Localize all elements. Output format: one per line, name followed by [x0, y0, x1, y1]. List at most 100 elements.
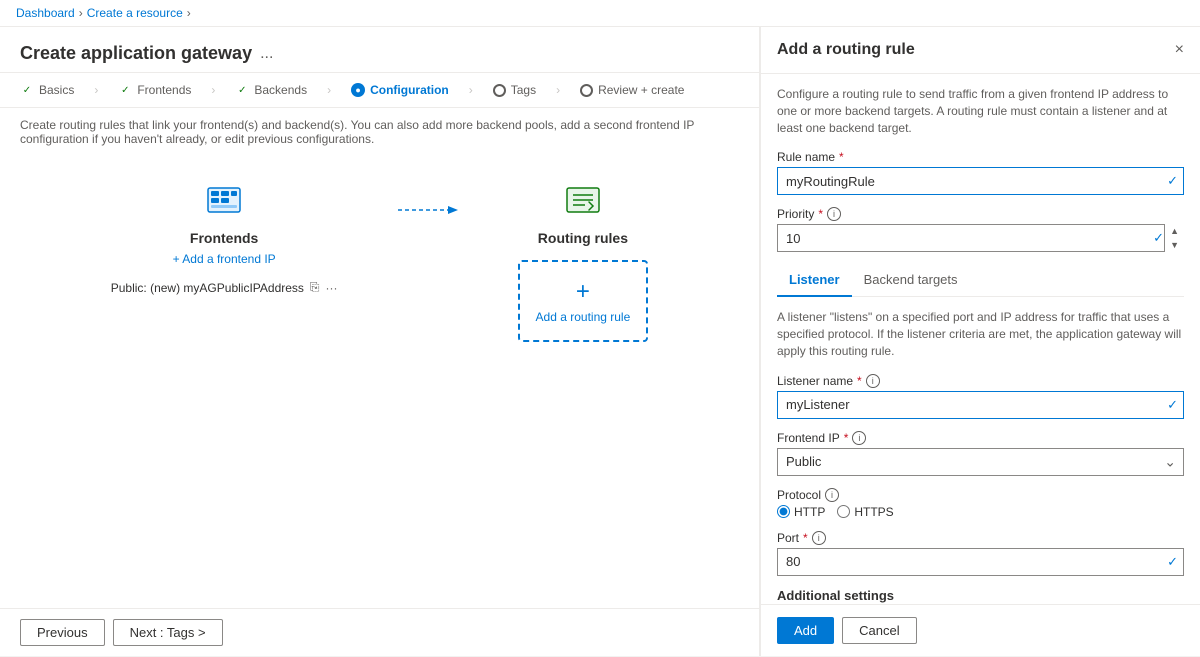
priority-label: Priority * i [777, 207, 1184, 221]
step-review-label: Review + create [598, 83, 684, 97]
breadcrumb: Dashboard › Create a resource › [0, 0, 1200, 27]
listener-name-input[interactable] [777, 391, 1184, 419]
page-title-dots[interactable]: ... [260, 45, 273, 63]
protocol-radio-group: HTTP HTTPS [777, 505, 1184, 519]
canvas: Frontends + Add a frontend IP Public: (n… [0, 156, 759, 608]
priority-up-button[interactable]: ▲ [1165, 224, 1184, 238]
step-backends[interactable]: ✓ Backends [235, 83, 307, 97]
step-tags[interactable]: Tags [493, 83, 536, 97]
step-review-circle [580, 84, 593, 97]
frontend-ip-select[interactable]: Public Private [777, 448, 1184, 476]
step-frontends-label: Frontends [137, 83, 191, 97]
step-basics-check: ✓ [20, 83, 34, 97]
step-frontends-check: ✓ [118, 83, 132, 97]
step-tags-circle [493, 84, 506, 97]
routing-rules-label: Routing rules [538, 230, 628, 246]
bottom-bar: Previous Next : Tags > [0, 608, 759, 656]
panel-tabs: Listener Backend targets [777, 264, 1184, 297]
panel-title: Add a routing rule [777, 41, 915, 59]
step-basics[interactable]: ✓ Basics [20, 83, 74, 97]
panel-footer: Add Cancel [761, 604, 1200, 656]
listener-name-checkmark: ✓ [1167, 397, 1178, 413]
rule-name-input-wrap: ✓ [777, 167, 1184, 195]
add-routing-rule-box[interactable]: + Add a routing rule [518, 260, 649, 342]
frontend-ip-info-icon[interactable]: i [852, 431, 866, 445]
protocol-http-radio[interactable] [777, 505, 790, 518]
port-label: Port * i [777, 531, 1184, 545]
breadcrumb-dashboard[interactable]: Dashboard [16, 6, 75, 20]
breadcrumb-create-resource[interactable]: Create a resource [87, 6, 183, 20]
frontend-ip-label: Frontend IP * i [777, 431, 1184, 445]
protocol-https-option[interactable]: HTTPS [837, 505, 893, 519]
rule-name-required: * [839, 150, 844, 164]
step-configuration[interactable]: ● Configuration [351, 83, 449, 97]
step-sep-4: › [469, 83, 473, 97]
panel-close-button[interactable]: × [1175, 41, 1184, 59]
priority-down-button[interactable]: ▼ [1165, 238, 1184, 252]
add-button[interactable]: Add [777, 617, 834, 644]
frontend-item-label: Public: (new) myAGPublicIPAddress [111, 281, 304, 295]
step-configuration-circle: ● [351, 83, 365, 97]
step-backends-check: ✓ [235, 83, 249, 97]
step-nav: ✓ Basics › ✓ Frontends › ✓ Backends › ● … [0, 73, 759, 108]
step-sep-3: › [327, 83, 331, 97]
priority-input-wrap: ✓ ▲ ▼ [777, 224, 1184, 252]
additional-settings-label: Additional settings [777, 588, 1184, 603]
port-input-wrap: ✓ [777, 548, 1184, 576]
priority-checkmark: ✓ [1153, 230, 1164, 246]
rule-name-group: Rule name * ✓ [777, 150, 1184, 195]
ellipsis-icon[interactable]: ··· [326, 281, 338, 295]
listener-name-group: Listener name * i ✓ [777, 374, 1184, 419]
cancel-button[interactable]: Cancel [842, 617, 916, 644]
rule-name-label: Rule name * [777, 150, 1184, 164]
rule-name-input[interactable] [777, 167, 1184, 195]
port-required: * [803, 531, 808, 545]
page-description: Create routing rules that link your fron… [0, 108, 759, 156]
step-basics-label: Basics [39, 83, 74, 97]
panel-body: Configure a routing rule to send traffic… [761, 74, 1200, 604]
protocol-http-option[interactable]: HTTP [777, 505, 825, 519]
routing-add-label: Add a routing rule [536, 310, 631, 324]
breadcrumb-sep-1: › [79, 6, 83, 20]
right-panel: Add a routing rule × Configure a routing… [760, 27, 1200, 656]
step-sep-5: › [556, 83, 560, 97]
step-tags-label: Tags [511, 83, 536, 97]
port-checkmark: ✓ [1167, 554, 1178, 570]
priority-stepper: ▲ ▼ [1164, 224, 1184, 252]
previous-button[interactable]: Previous [20, 619, 105, 646]
listener-name-label: Listener name * i [777, 374, 1184, 388]
priority-info-icon[interactable]: i [827, 207, 841, 221]
step-configuration-label: Configuration [370, 83, 449, 97]
frontend-ip-group: Frontend IP * i Public Private [777, 431, 1184, 476]
port-group: Port * i ✓ [777, 531, 1184, 576]
panel-header: Add a routing rule × [761, 27, 1200, 74]
step-frontends[interactable]: ✓ Frontends [118, 83, 191, 97]
step-sep-1: › [94, 83, 98, 97]
routing-plus-icon: + [576, 278, 590, 306]
frontend-ip-required: * [844, 431, 849, 445]
protocol-info-icon[interactable]: i [825, 488, 839, 502]
rule-name-checkmark: ✓ [1167, 173, 1178, 189]
priority-required: * [818, 207, 823, 221]
protocol-label: Protocol i [777, 488, 1184, 502]
panel-description: Configure a routing rule to send traffic… [777, 86, 1184, 136]
step-sep-2: › [211, 83, 215, 97]
priority-group: Priority * i ✓ ▲ ▼ [777, 207, 1184, 252]
priority-input[interactable] [777, 224, 1184, 252]
listener-name-required: * [857, 374, 862, 388]
protocol-https-radio[interactable] [837, 505, 850, 518]
next-button[interactable]: Next : Tags > [113, 619, 223, 646]
frontend-ip-select-wrap: Public Private [777, 448, 1184, 476]
frontends-label: Frontends [190, 230, 258, 246]
step-backends-label: Backends [254, 83, 307, 97]
listener-name-info-icon[interactable]: i [866, 374, 880, 388]
tab-backend-targets[interactable]: Backend targets [852, 264, 970, 297]
frontend-item: Public: (new) myAGPublicIPAddress ⎘ ··· [111, 280, 338, 295]
tab-listener[interactable]: Listener [777, 264, 852, 297]
port-info-icon[interactable]: i [812, 531, 826, 545]
add-frontend-link[interactable]: + Add a frontend IP [173, 252, 276, 266]
copy-icon[interactable]: ⎘ [310, 280, 320, 295]
left-panel: Create application gateway ... ✓ Basics … [0, 27, 760, 656]
step-review[interactable]: Review + create [580, 83, 684, 97]
port-input[interactable] [777, 548, 1184, 576]
